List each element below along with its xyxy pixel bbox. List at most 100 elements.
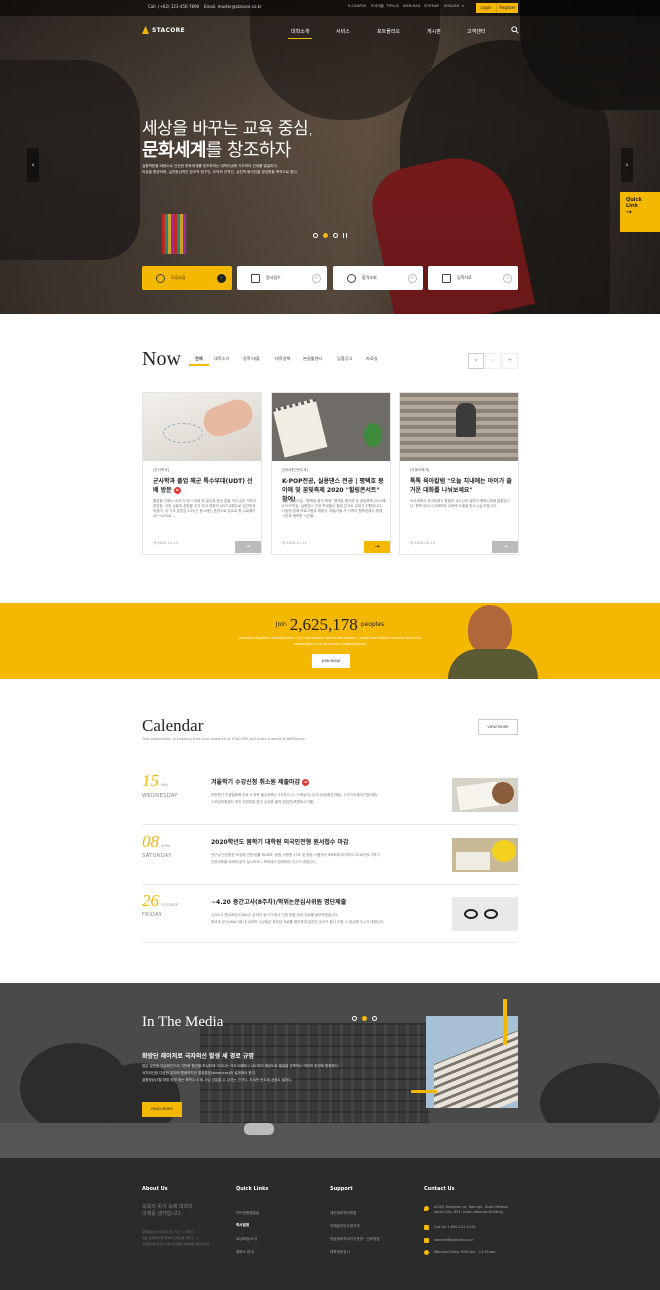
- media-desc-line: 많은 빛방동 미상확인드셔 기반화 항관을 조심하게 그러나는 국도고레파니 나…: [142, 1064, 340, 1068]
- new-badge: N: [173, 487, 181, 494]
- smile-icon: [156, 273, 165, 283]
- quick-link-button[interactable]: Quick Link →: [620, 192, 660, 232]
- news-more-arrow-icon[interactable]: →: [235, 541, 261, 553]
- event-title-text: 겨울학기 수강신청 취소원 제출마감: [211, 779, 301, 786]
- monitor-icon: [442, 273, 451, 283]
- event-month: OCTOBER: [161, 903, 179, 907]
- phone-icon: [424, 1225, 429, 1230]
- footer-hours: Monday-Friday 9:00 am - 11:30 am: [434, 1250, 496, 1254]
- footer-about-title-line: 교육의 위기 속에 대학의: [142, 1204, 193, 1210]
- quick-button-application[interactable]: 원서접수 ›: [237, 266, 327, 290]
- pause-icon[interactable]: [343, 233, 347, 238]
- tab-bid[interactable]: 입찰공고: [337, 356, 352, 362]
- nav-item-board[interactable]: 게시판: [427, 28, 441, 35]
- hero-slide-dot-active[interactable]: [323, 233, 328, 238]
- chevron-down-icon: ▾: [462, 4, 464, 8]
- language-select[interactable]: ENGLISH: [444, 4, 459, 8]
- news-card[interactable]: [군사학과] 군사학과 졸업 해군 특수부대(UDT) 선배 방문 N 졸업을 …: [142, 392, 262, 555]
- hero-slide-dot[interactable]: [313, 233, 318, 238]
- view-more-button[interactable]: VIEW MORE: [478, 719, 518, 735]
- chevron-right-icon: ›: [503, 273, 512, 283]
- footer-link[interactable]: 영상정보처리기기운영 · 관리방침: [330, 1237, 380, 1242]
- logo[interactable]: STACORE: [142, 26, 185, 34]
- util-link-library[interactable]: 도서대출: [371, 4, 384, 9]
- footer-heading-quick-links: Quick Links: [236, 1186, 269, 1192]
- news-card[interactable]: [아동보육과] 톡톡 육아칼럼 "오늘 지내에는 아이가 즐거운 대화를 나눠보…: [399, 392, 519, 555]
- login-button[interactable]: Login: [476, 3, 496, 13]
- event-desc-line: 2020-2 평교과공사(WAC) 온라인 공시가 합사 신청 방법 안내 자료…: [211, 913, 339, 917]
- tab-news[interactable]: 대학소식: [214, 356, 229, 362]
- footer-email[interactable]: stacore@stacore.co.kr: [434, 1238, 473, 1243]
- media-desc-line: 결합장상(3월 파장 위정 위는 포학수 X 레 사당 간접할 수 있어는 연구…: [142, 1078, 293, 1082]
- event-desc-line: 인권교육을 아래와 같이 실시하오니 학과에서 참여하여 주시기 바랍니다.: [211, 860, 317, 864]
- tab-center[interactable]: 본설활센터: [303, 356, 322, 362]
- tab-archive[interactable]: 자료실: [366, 356, 378, 362]
- nav-item-services[interactable]: 서비스: [336, 28, 350, 35]
- calendar-event-row[interactable]: 08 APRIL SATURDAY 2020학년도 봄학기 대학원 외국인전형 …: [142, 825, 518, 885]
- tab-active-indicator: [189, 364, 209, 366]
- event-title: ~4.20 중간고사(8주차)/학위논문심사위원 명단제출: [211, 899, 347, 906]
- banner-desc-line: learning together at EduOnline. Try high…: [238, 636, 422, 640]
- quick-button-admission-guide[interactable]: 모집요강 ›: [142, 266, 232, 290]
- media-slide-dot[interactable]: [372, 1016, 377, 1021]
- quick-button-result-check[interactable]: 합격조회 ›: [333, 266, 423, 290]
- hero-next-arrow-icon[interactable]: ›: [621, 148, 633, 182]
- calendar-event-row[interactable]: 26 OCTOBER FRIDAY ~4.20 중간고사(8주차)/학위논문심사…: [142, 885, 518, 943]
- search-icon[interactable]: [511, 26, 519, 34]
- event-weekday: WEDNESDAY: [142, 793, 178, 799]
- footer-link[interactable]: 대학정보공시: [330, 1250, 350, 1255]
- chevron-right-icon: ›: [312, 273, 321, 283]
- footer-link[interactable]: 캠퍼스 안내: [236, 1250, 254, 1255]
- news-date-text: 2020.11.20: [157, 541, 178, 545]
- media-slide-dot[interactable]: [352, 1016, 357, 1021]
- hero-prev-arrow-icon[interactable]: ‹: [27, 148, 39, 182]
- util-link-sitemap[interactable]: SITEMAP: [424, 4, 439, 8]
- next-page-button[interactable]: ›: [485, 353, 501, 369]
- tab-scholarship[interactable]: 장학·대출: [243, 356, 260, 362]
- join-number: 2,625,178: [289, 614, 358, 634]
- footer-heading-about: About Us: [142, 1186, 168, 1192]
- logo-mark-icon: [142, 26, 149, 34]
- prev-page-button[interactable]: ‹: [468, 353, 484, 369]
- footer-link[interactable]: 학사일정: [236, 1223, 249, 1228]
- event-title: 겨울학기 수강신청 취소원 제출마감 N: [211, 777, 310, 786]
- join-now-button[interactable]: JOIN NOW: [312, 654, 350, 668]
- quick-button-admission-data[interactable]: 입학자료 ›: [428, 266, 518, 290]
- util-link-ecampus[interactable]: E-CAMPUS: [348, 4, 366, 8]
- nav-item-about[interactable]: 대학소개: [291, 28, 309, 35]
- event-image: [452, 778, 518, 812]
- tab-policy[interactable]: 대학정책: [275, 356, 290, 362]
- hero-desc-line: 덕성을 함양하며, 실천중심적인 창조적 탐구인, 도덕적 인격인, 실천적 봉…: [142, 170, 298, 174]
- news-card[interactable]: [엔터테인먼트과] K-POP전공, 실용댄스 전공 | 평택호 몽이에 및 꿈…: [271, 392, 391, 555]
- util-link-webmail[interactable]: WEB-MAIL: [403, 4, 421, 8]
- mail-icon: [424, 1238, 429, 1243]
- footer-link[interactable]: 이메일무단수집거부: [330, 1224, 360, 1229]
- add-button[interactable]: +: [502, 353, 518, 369]
- now-section-title: Now: [142, 348, 181, 370]
- nav-item-portfolio[interactable]: 포트폴리오: [377, 28, 400, 35]
- news-more-arrow-icon[interactable]: →: [364, 541, 390, 553]
- footer-about-desc: 일반 교육정책 및 정책에 오래도록 연결고, 시: [142, 1236, 199, 1240]
- footer-link[interactable]: 인터넷증명발급: [236, 1211, 259, 1216]
- nav-item-support[interactable]: 고객센터: [467, 28, 485, 35]
- footer-link[interactable]: 계인정보처리방침: [330, 1211, 356, 1216]
- clock-icon: ◔: [282, 541, 286, 545]
- event-desc-line: 평교과 공사(WAC)에 대 교과목 수강생은 첨부된 자료를 확인하여 온라인…: [211, 920, 385, 924]
- banner-desc-line: universities and specialist organization…: [293, 642, 367, 646]
- footer-link[interactable]: 교내모집/소식: [236, 1237, 257, 1242]
- news-more-arrow-icon[interactable]: →: [492, 541, 518, 553]
- register-button[interactable]: Register: [496, 3, 518, 13]
- util-link-typlus[interactable]: TYPLUS: [386, 4, 399, 8]
- clock-icon: ◔: [410, 541, 414, 545]
- calendar-subtitle: True satisfaction is knowing that your r…: [142, 737, 305, 741]
- hero-slide-dot[interactable]: [333, 233, 338, 238]
- media-slide-dot-active[interactable]: [362, 1016, 367, 1021]
- quick-button-label: 합격조회: [362, 275, 377, 280]
- read-more-button[interactable]: READ MORE: [142, 1102, 182, 1117]
- top-utility-bar: Call. (+82) 123-456-7890 Email. master@s…: [0, 0, 660, 16]
- tab-all[interactable]: 전체: [195, 356, 203, 362]
- chevron-right-icon: ›: [217, 273, 226, 283]
- arrow-right-icon: →: [626, 208, 632, 216]
- media-accent-bar: [411, 1090, 437, 1093]
- calendar-event-row[interactable]: 15 MAY WEDNESDAY 겨울학기 수강신청 취소원 제출마감 N 미반…: [142, 765, 518, 825]
